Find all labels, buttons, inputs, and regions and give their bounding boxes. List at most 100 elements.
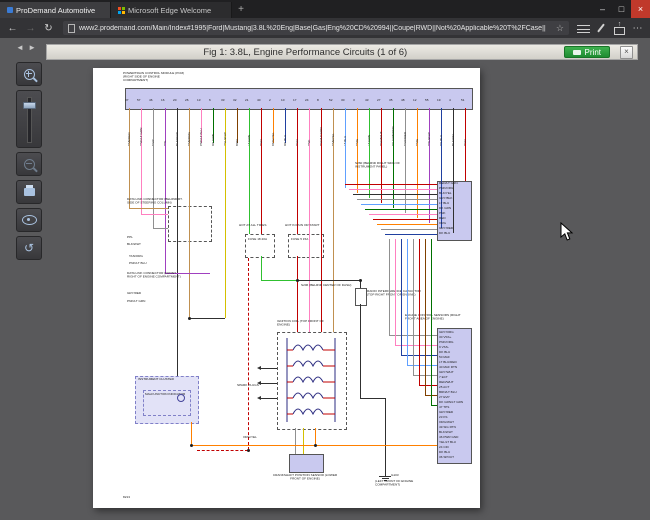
maximize-button[interactable]: □: [612, 0, 631, 18]
print-page-button[interactable]: [16, 180, 42, 204]
back-button[interactable]: ←: [4, 23, 21, 34]
printer-page-icon: [24, 188, 35, 196]
wire: [345, 184, 437, 185]
connector-pin-label: DK GRN: [439, 207, 451, 210]
sensor-pin-label: 25 ACT: [439, 386, 449, 389]
zoom-in-button[interactable]: [16, 62, 42, 86]
wire: [429, 143, 430, 223]
wire: [153, 228, 168, 229]
splice-dot: [190, 444, 193, 447]
pcm-pin-number: 16: [161, 99, 164, 102]
favorite-star-icon[interactable]: ☆: [556, 23, 564, 34]
share-icon[interactable]: ↑: [611, 21, 628, 35]
print-button[interactable]: Print: [564, 46, 610, 58]
sensor-pin-label: 7 ECT: [439, 376, 448, 379]
wire: [297, 256, 298, 280]
pcm-pin-number: 21: [245, 99, 248, 102]
wire: [413, 239, 414, 375]
diagram-label: G103: [391, 474, 399, 477]
wire: [353, 194, 437, 195]
panel-toggle-icon[interactable]: ◄ ►: [16, 43, 37, 52]
connector-pin-label: RED: [439, 217, 446, 220]
diagram-label: TAN/ORG: [129, 255, 143, 258]
wire: [357, 199, 437, 200]
pcm-pin-number: 57: [137, 99, 140, 102]
sensor-pin-label: 36 SPOUT: [439, 456, 454, 459]
diagram-page[interactable]: TAN/RED37PNK/LT GRN57GRY46PPL16BLK/WHT20…: [93, 68, 480, 508]
hub-icon[interactable]: [575, 23, 592, 34]
wire: [295, 428, 296, 454]
new-tab-button[interactable]: +: [232, 2, 250, 18]
connector-pin-label: PNK/ORG: [439, 187, 453, 190]
wire: [225, 143, 226, 318]
diagram-label: ORG/YEL: [243, 436, 257, 439]
zoom-slider[interactable]: [16, 90, 42, 148]
pcm-pin-number: 24: [305, 99, 308, 102]
sensor-wire-label: LT BLU/RED: [439, 361, 457, 364]
wire-stub: [465, 108, 466, 143]
connector-pin-label: LT BLU: [439, 202, 449, 205]
wire: [297, 143, 298, 234]
diagram-label: DATA LINK CONNECTOR (BEHIND RT. SIDE OF …: [127, 198, 185, 205]
reset-view-button[interactable]: ↺: [16, 236, 42, 260]
wire: [417, 143, 418, 218]
zoom-out-button[interactable]: [16, 152, 42, 176]
pcm-pin-number: 37: [125, 99, 128, 102]
page-icon: [68, 24, 75, 33]
tab-edge-welcome[interactable]: Microsoft Edge Welcome: [111, 2, 232, 18]
arrowhead: [257, 366, 261, 370]
wire: [381, 229, 437, 230]
wire: [345, 143, 346, 188]
wire: [385, 234, 437, 235]
address-bar[interactable]: www2.prodemand.com/Main/Index#1995|Ford|…: [63, 21, 569, 35]
pcm-pin-number: 26: [185, 99, 188, 102]
slider-thumb[interactable]: [23, 102, 36, 109]
wire: [465, 143, 466, 181]
diagram-label: DATA LINK CONNECTOR (FRONT RIGHT OF ENGI…: [127, 272, 185, 279]
diagram-label: HOT AT ALL TIMES: [239, 224, 275, 227]
more-options-icon[interactable]: ⋯: [629, 23, 646, 34]
sensor-wire-label: GRY/ORG: [439, 331, 454, 334]
diagram-label: PNK/LT BLU: [129, 262, 147, 265]
splice-dot: [359, 279, 362, 282]
sensor-pin-label: 40 MAF RTN: [439, 366, 457, 369]
pcm-pin-number: 48: [401, 99, 404, 102]
splice-dot: [247, 449, 250, 452]
web-note-icon[interactable]: [593, 21, 610, 35]
wire: [385, 398, 386, 476]
sensor-wire-label: YEL/LT BLU: [439, 441, 456, 444]
close-window-button[interactable]: ×: [631, 0, 650, 18]
sensor-wire-label: ORG/WHT: [439, 421, 454, 424]
diagram-label: S260 (BEHIND RIGHT SIDE OF INSTRUMENT PA…: [355, 162, 413, 169]
tab-prodemand[interactable]: ProDemand Automotive: [0, 2, 111, 18]
diagram-label: ENGINE CONTROL SENSORS (RIGHT FRONT AREA…: [405, 314, 469, 321]
diagram-label: FUSE 18 20A: [248, 238, 272, 241]
wire-color-label: DK GRN: [212, 134, 215, 146]
wire-color-label: PNK/LT BLU: [200, 128, 203, 146]
splice-dot: [296, 279, 299, 282]
sensor-pin-label: 27 EVP: [439, 396, 450, 399]
pcm-module-box: [125, 88, 473, 110]
mouse-cursor: [560, 222, 574, 242]
highlight-toggle-button[interactable]: [16, 208, 42, 232]
diagram-label: 8213: [123, 496, 130, 499]
pcm-pin-number: 3: [353, 99, 355, 102]
close-viewer-button[interactable]: ×: [620, 46, 633, 59]
ignition-coil-box: [277, 332, 347, 430]
wire: [361, 204, 437, 205]
refresh-button[interactable]: ↻: [40, 23, 57, 34]
forward-button[interactable]: →: [22, 23, 39, 34]
diagram-label: PPL: [127, 236, 133, 239]
wire: [177, 143, 178, 376]
pcm-pin-number: 17: [293, 99, 296, 102]
diagram-label: SPARK PLUGS: [237, 384, 267, 387]
wire: [261, 398, 277, 399]
minimize-button[interactable]: –: [593, 0, 612, 18]
sensor-pin-label: 50 MAF: [439, 356, 450, 359]
wire: [373, 219, 437, 220]
wire: [261, 256, 262, 280]
zoom-in-icon: [24, 69, 35, 80]
connector-pin-label: BLK/YEL: [439, 192, 452, 195]
splice-dot: [314, 444, 317, 447]
wire: [419, 385, 437, 386]
